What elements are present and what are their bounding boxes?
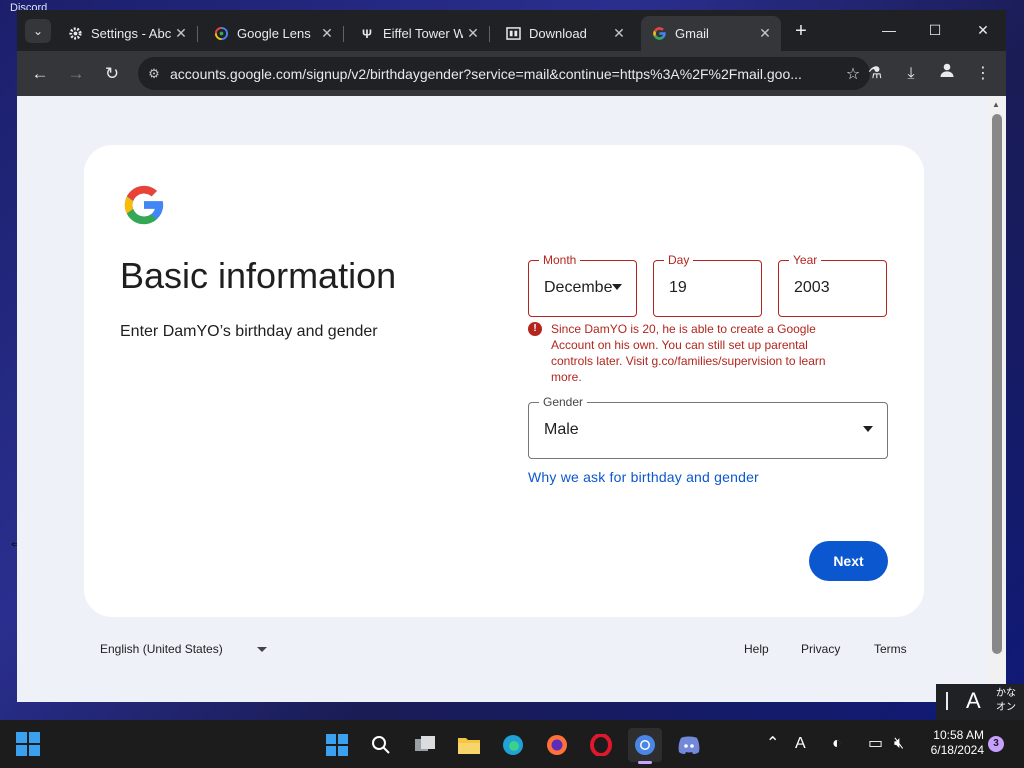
firefox-icon[interactable] — [540, 728, 574, 762]
birthday-error: ! Since DamYO is 20, he is able to creat… — [528, 321, 843, 385]
file-explorer-icon[interactable] — [452, 728, 486, 762]
error-icon: ! — [528, 322, 542, 336]
dropdown-caret-icon — [612, 284, 622, 290]
day-label: Day — [664, 253, 694, 267]
year-label: Year — [789, 253, 822, 267]
scroll-thumb[interactable] — [992, 114, 1002, 654]
tab-google-lens[interactable]: Google Lens ✕ — [203, 16, 344, 51]
eiffel-icon: Ψ — [362, 26, 372, 41]
discord-icon[interactable] — [672, 728, 706, 762]
tab-gmail[interactable]: Gmail ✕ — [641, 16, 781, 51]
page-subtitle: Enter DamYO’s birthday and gender — [120, 323, 378, 340]
address-bar[interactable]: ⚙ accounts.google.com/signup/v2/birthday… — [138, 57, 870, 90]
kebab-menu-icon[interactable]: ⋮ — [968, 59, 998, 89]
input-language-indicator[interactable]: A — [795, 720, 806, 768]
terms-link[interactable]: Terms — [874, 642, 907, 656]
language-selector[interactable]: English (United States) — [100, 642, 223, 656]
start-button[interactable] — [16, 732, 40, 756]
network-icon[interactable]: ▭ — [868, 720, 883, 768]
taskbar: ⌃ A ◐ ▭ 🔇︎ 10:58 AM 6/18/2024 — [0, 720, 1024, 768]
tray-chevron-up-icon[interactable]: ⌃ — [766, 720, 779, 768]
back-button[interactable]: ← — [25, 59, 55, 89]
site-info-icon[interactable]: ⚙ — [138, 66, 170, 82]
edge-browser-icon[interactable] — [496, 728, 530, 762]
chrome-icon[interactable] — [628, 728, 662, 764]
ime-indicator[interactable]: A かな オン — [936, 684, 1024, 720]
signup-card: Basic information Enter DamYO’s birthday… — [84, 145, 924, 617]
task-view-icon[interactable] — [408, 728, 442, 762]
reload-button[interactable]: ↻ — [97, 59, 127, 89]
scroll-up-icon[interactable]: ▲ — [992, 100, 1000, 109]
system-clock[interactable]: 10:58 AM 6/18/2024 — [922, 728, 984, 758]
notification-badge[interactable]: 3 — [988, 736, 1004, 752]
language-caret-icon[interactable] — [257, 647, 267, 652]
page-scrollbar[interactable]: ▲ — [988, 96, 1006, 702]
year-value: 2003 — [794, 279, 830, 296]
help-link[interactable]: Help — [744, 642, 769, 656]
minimize-button[interactable]: — — [869, 16, 909, 44]
error-message: Since DamYO is 20, he is able to create … — [551, 322, 826, 384]
google-icon — [651, 26, 667, 42]
day-value: 19 — [669, 279, 687, 296]
ime-kana-label: かな オン — [996, 688, 1016, 713]
page-viewport: Basic information Enter DamYO’s birthday… — [17, 96, 988, 702]
forward-button[interactable]: → — [61, 59, 91, 89]
download-icon[interactable]: ⤓ — [896, 59, 926, 89]
google-logo — [121, 182, 167, 228]
tab-title: Eiffel Tower W — [383, 26, 463, 41]
tab-close-icon[interactable]: ✕ — [171, 25, 191, 42]
labs-flask-icon[interactable]: ⚗ — [860, 59, 890, 89]
tab-download[interactable]: Download ✕ — [495, 16, 635, 51]
tab-title: Settings - Abc — [91, 26, 171, 41]
tab-close-icon[interactable]: ✕ — [609, 25, 629, 42]
tab-title: Gmail — [675, 26, 709, 41]
tab-title: Download — [529, 26, 587, 41]
gear-icon — [67, 26, 83, 42]
day-input[interactable]: Day 19 — [653, 253, 762, 317]
maximize-button[interactable]: ☐ — [915, 16, 955, 44]
chevron-down-icon: ⌄ — [32, 24, 44, 38]
dropdown-caret-icon — [863, 426, 873, 432]
volume-muted-icon[interactable]: 🔇︎ — [894, 720, 904, 768]
page-title: Basic information — [120, 255, 397, 296]
search-icon[interactable] — [364, 728, 398, 762]
month-label: Month — [539, 253, 581, 267]
month-value: December — [544, 279, 612, 296]
google-lens-icon — [213, 26, 229, 42]
gender-select[interactable]: Gender Male — [528, 395, 888, 459]
browser-window: ⌄ Settings - Abc ✕ Google Lens ✕ Ψ Eiffe… — [17, 10, 1006, 702]
tab-strip: ⌄ Settings - Abc ✕ Google Lens ✕ Ψ Eiffe… — [17, 10, 1006, 51]
clock-time: 10:58 AM — [933, 728, 984, 742]
close-window-button[interactable]: ✕ — [963, 16, 1003, 44]
browser-toolbar: ← → ↻ ⚙ accounts.google.com/signup/v2/bi… — [17, 51, 1006, 96]
tab-eiffel-tower[interactable]: Ψ Eiffel Tower W ✕ — [349, 16, 490, 51]
gender-value: Male — [544, 421, 579, 438]
tab-title: Google Lens — [237, 26, 311, 41]
privacy-link[interactable]: Privacy — [801, 642, 840, 656]
url-text[interactable]: accounts.google.com/signup/v2/birthdayge… — [170, 66, 836, 82]
year-input[interactable]: Year 2003 — [778, 253, 887, 317]
tab-close-icon[interactable]: ✕ — [317, 25, 337, 42]
why-birthday-gender-link[interactable]: Why we ask for birthday and gender — [528, 469, 759, 485]
ime-toggle-icon[interactable]: ◐ — [832, 720, 842, 768]
gender-label: Gender — [539, 395, 588, 409]
new-tab-button[interactable]: + — [789, 19, 813, 43]
opera-icon[interactable] — [584, 728, 618, 762]
tab-close-icon[interactable]: ✕ — [463, 25, 483, 42]
windows-start-icon[interactable] — [320, 728, 354, 762]
clock-date: 6/18/2024 — [930, 743, 984, 757]
tab-close-icon[interactable]: ✕ — [755, 25, 775, 42]
ime-mode: A — [966, 688, 981, 713]
download-site-icon — [505, 26, 521, 42]
tab-search-button[interactable]: ⌄ — [25, 19, 51, 43]
tab-settings[interactable]: Settings - Abc ✕ — [57, 16, 198, 51]
month-select[interactable]: Month December — [528, 253, 637, 317]
profile-icon[interactable] — [932, 59, 962, 89]
next-button[interactable]: Next — [809, 541, 888, 581]
